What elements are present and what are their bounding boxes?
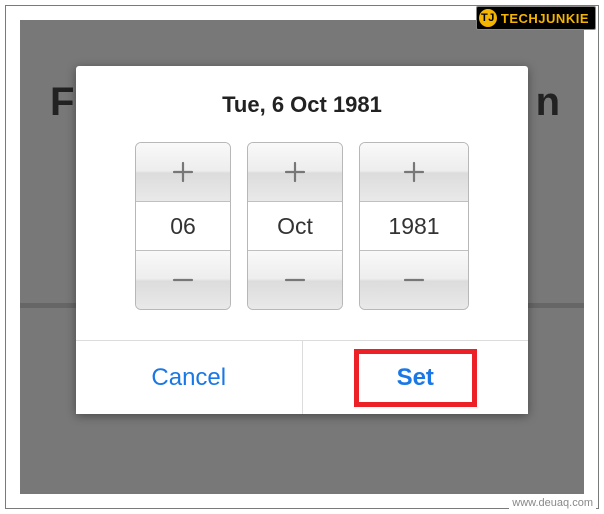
set-button-label: Set — [397, 364, 434, 391]
minus-icon — [281, 266, 309, 294]
date-picker-title: Tue, 6 Oct 1981 — [76, 66, 528, 142]
techjunkie-logo-icon: TJ — [479, 9, 497, 27]
day-value[interactable]: 06 — [136, 201, 230, 251]
month-spinner: Oct — [247, 142, 343, 310]
month-decrement-button[interactable] — [248, 251, 342, 309]
set-button-highlight: Set — [354, 349, 477, 407]
set-button[interactable]: Set — [302, 341, 529, 414]
year-spinner: 1981 — [359, 142, 469, 310]
cancel-button[interactable]: Cancel — [76, 341, 302, 414]
date-picker-modal: Tue, 6 Oct 1981 06 Oct — [76, 66, 528, 414]
day-decrement-button[interactable] — [136, 251, 230, 309]
watermark-source: www.deuaq.com — [509, 496, 596, 510]
date-spinners: 06 Oct 1981 — [76, 142, 528, 340]
minus-icon — [400, 266, 428, 294]
techjunkie-brand-text: TECHJUNKIE — [501, 11, 589, 26]
background-peek-right: n — [536, 80, 560, 125]
plus-icon — [400, 158, 428, 186]
modal-actions: Cancel Set — [76, 340, 528, 414]
day-increment-button[interactable] — [136, 143, 230, 201]
plus-icon — [281, 158, 309, 186]
app-background: F n Tue, 6 Oct 1981 06 Oct — [20, 20, 584, 494]
year-decrement-button[interactable] — [360, 251, 468, 309]
plus-icon — [169, 158, 197, 186]
minus-icon — [169, 266, 197, 294]
watermark-techjunkie: TJ TECHJUNKIE — [476, 6, 596, 30]
day-spinner: 06 — [135, 142, 231, 310]
background-peek-left: F — [50, 80, 74, 125]
year-increment-button[interactable] — [360, 143, 468, 201]
month-value[interactable]: Oct — [248, 201, 342, 251]
year-value[interactable]: 1981 — [360, 201, 468, 251]
month-increment-button[interactable] — [248, 143, 342, 201]
